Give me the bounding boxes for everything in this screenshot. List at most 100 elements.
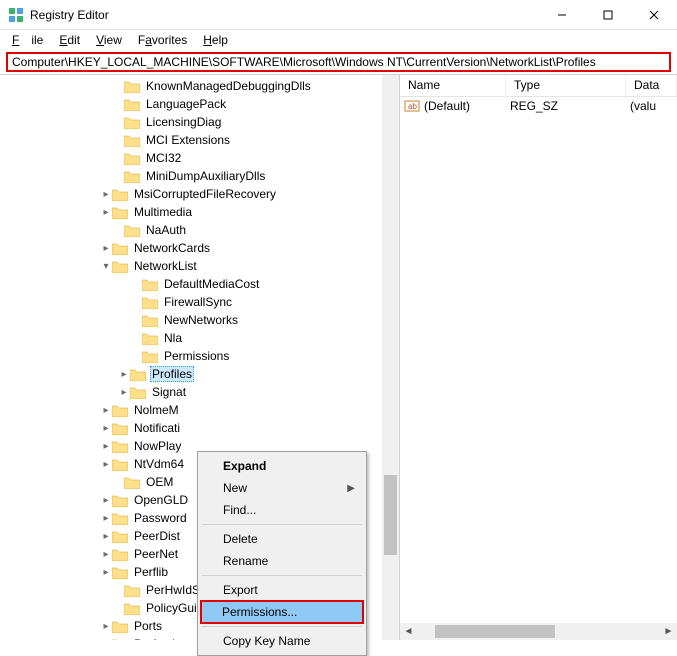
tree-item[interactable]: ▸ Profiles: [0, 365, 399, 383]
column-data[interactable]: Data: [626, 75, 677, 96]
folder-icon: [142, 296, 158, 309]
tree-item[interactable]: ▸MCI Extensions: [0, 131, 399, 149]
folder-icon: [112, 530, 128, 543]
ctx-expand[interactable]: Expand: [201, 455, 363, 477]
ctx-rename[interactable]: Rename: [201, 550, 363, 572]
context-menu: Expand New▶ Find... Delete Rename Export…: [197, 451, 367, 656]
expand-caret-icon[interactable]: ▾: [100, 261, 112, 272]
tree-item[interactable]: ▸ Signat: [0, 383, 399, 401]
tree-item[interactable]: ▸KnownManagedDebuggingDlls: [0, 77, 399, 95]
list-hscrollbar[interactable]: ◄ ►: [400, 623, 677, 640]
tree-scrollbar[interactable]: [382, 75, 399, 640]
tree-item-label: OEM: [144, 475, 175, 489]
folder-icon: [124, 476, 140, 489]
ctx-export[interactable]: Export: [201, 579, 363, 601]
string-value-icon: ab: [404, 98, 420, 114]
folder-icon: [124, 80, 140, 93]
expand-caret-icon[interactable]: ▸: [100, 495, 112, 506]
tree-item[interactable]: ▸MiniDumpAuxiliaryDlls: [0, 167, 399, 185]
menu-help[interactable]: Help: [197, 32, 234, 48]
ctx-permissions[interactable]: Permissions...: [200, 600, 364, 624]
tree-item[interactable]: ▸Permissions: [0, 347, 399, 365]
expand-caret-icon[interactable]: ▸: [100, 513, 112, 524]
expand-caret-icon[interactable]: ▸: [100, 423, 112, 434]
tree-item[interactable]: ▸ Notificati: [0, 419, 399, 437]
expand-caret-icon[interactable]: ▸: [100, 531, 112, 542]
tree-item[interactable]: ▾NetworkList: [0, 257, 399, 275]
expand-caret-icon[interactable]: ▸: [118, 369, 130, 380]
folder-icon: [124, 134, 140, 147]
list-pane: Name Type Data ab (Default) REG_SZ (valu…: [400, 75, 677, 640]
tree-item[interactable]: ▸ NolmeM: [0, 401, 399, 419]
ctx-separator: [202, 524, 362, 525]
expand-caret-icon[interactable]: ▸: [100, 639, 112, 641]
tree-item[interactable]: ▸NaAuth: [0, 221, 399, 239]
expand-caret-icon[interactable]: ▸: [100, 189, 112, 200]
tree-item-label: LanguagePack: [144, 97, 228, 111]
tree-item[interactable]: ▸NewNetworks: [0, 311, 399, 329]
expand-caret-icon[interactable]: ▸: [100, 207, 112, 218]
ctx-delete[interactable]: Delete: [201, 528, 363, 550]
ctx-new[interactable]: New▶: [201, 477, 363, 499]
menu-favorites[interactable]: Favorites: [132, 32, 193, 48]
tree-item-label: Notificati: [132, 421, 182, 435]
tree-item-label: MiniDumpAuxiliaryDlls: [144, 169, 267, 183]
folder-icon: [112, 422, 128, 435]
tree-item-label: Profiles: [150, 366, 194, 382]
expand-caret-icon[interactable]: ▸: [100, 459, 112, 470]
hscroll-thumb[interactable]: [435, 625, 555, 638]
address-bar[interactable]: Computer\HKEY_LOCAL_MACHINE\SOFTWARE\Mic…: [6, 52, 671, 72]
tree-item-label: Password: [132, 511, 189, 525]
menubar: File Edit View Favorites Help: [0, 30, 677, 50]
expand-caret-icon[interactable]: ▸: [100, 405, 112, 416]
folder-icon: [130, 386, 146, 399]
tree-item[interactable]: ▸LicensingDiag: [0, 113, 399, 131]
tree-item-label: NowPlay: [132, 439, 183, 453]
folder-icon: [124, 584, 140, 597]
tree-item-label: Multimedia: [132, 205, 194, 219]
scroll-right-arrow[interactable]: ►: [660, 626, 677, 637]
tree-item[interactable]: ▸FirewallSync: [0, 293, 399, 311]
expand-caret-icon[interactable]: ▸: [100, 549, 112, 560]
folder-icon: [124, 116, 140, 129]
tree-item-label: Signat: [150, 385, 188, 399]
expand-caret-icon[interactable]: ▸: [100, 621, 112, 632]
expand-caret-icon[interactable]: ▸: [100, 243, 112, 254]
tree-item[interactable]: ▸ Multimedia: [0, 203, 399, 221]
tree-item-label: NolmeM: [132, 403, 181, 417]
scrollbar-thumb[interactable]: [384, 475, 397, 555]
tree-item[interactable]: ▸DefaultMediaCost: [0, 275, 399, 293]
folder-icon: [112, 638, 128, 641]
tree-item[interactable]: ▸LanguagePack: [0, 95, 399, 113]
tree-item-label: MCI Extensions: [144, 133, 232, 147]
close-button[interactable]: [631, 0, 677, 29]
minimize-button[interactable]: [539, 0, 585, 29]
scroll-left-arrow[interactable]: ◄: [400, 626, 417, 637]
tree-item[interactable]: ▸NetworkCards: [0, 239, 399, 257]
tree-item[interactable]: ▸Nla: [0, 329, 399, 347]
folder-icon: [142, 332, 158, 345]
folder-icon: [124, 152, 140, 165]
folder-icon: [124, 98, 140, 111]
column-type[interactable]: Type: [506, 75, 626, 96]
list-row[interactable]: ab (Default) REG_SZ (valu: [400, 97, 677, 115]
maximize-button[interactable]: [585, 0, 631, 29]
expand-caret-icon[interactable]: ▸: [118, 387, 130, 398]
folder-icon: [112, 206, 128, 219]
folder-icon: [112, 512, 128, 525]
menu-file[interactable]: File: [6, 32, 49, 48]
ctx-copy-key-name[interactable]: Copy Key Name: [201, 630, 363, 652]
folder-icon: [130, 368, 146, 381]
column-name[interactable]: Name: [400, 75, 506, 96]
expand-caret-icon[interactable]: ▸: [100, 567, 112, 578]
expand-caret-icon[interactable]: ▸: [100, 441, 112, 452]
ctx-find[interactable]: Find...: [201, 499, 363, 521]
titlebar: Registry Editor: [0, 0, 677, 30]
tree-item[interactable]: ▸MsiCorruptedFileRecovery: [0, 185, 399, 203]
menu-edit[interactable]: Edit: [53, 32, 86, 48]
menu-view[interactable]: View: [90, 32, 128, 48]
tree-item-label: NaAuth: [144, 223, 188, 237]
window-controls: [539, 0, 677, 29]
folder-icon: [142, 278, 158, 291]
tree-item[interactable]: ▸MCI32: [0, 149, 399, 167]
